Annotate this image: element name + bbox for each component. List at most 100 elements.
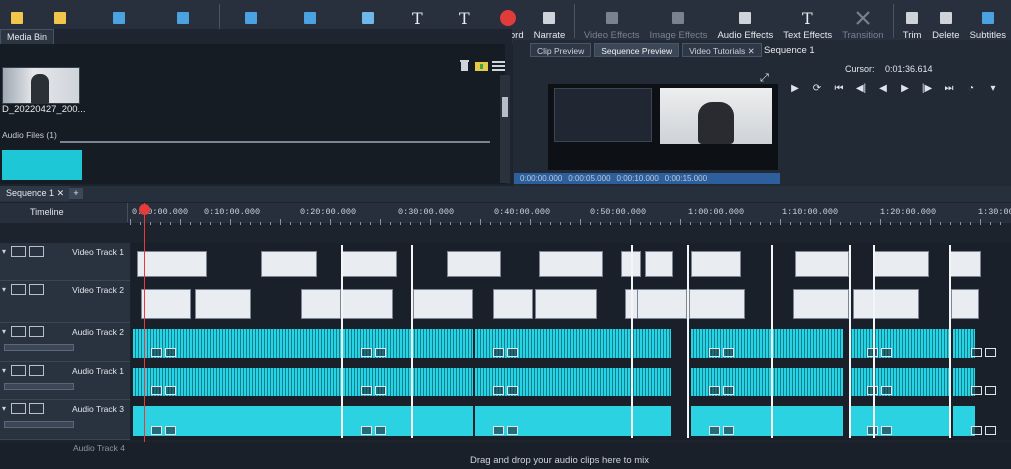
add-sequence-button[interactable]: + xyxy=(69,188,83,199)
monitor-icon[interactable] xyxy=(11,284,26,295)
play-icon[interactable]: ▶ xyxy=(786,80,804,97)
playhead-handle[interactable] xyxy=(139,204,150,215)
speaker-icon[interactable] xyxy=(375,386,386,395)
audio-clip[interactable] xyxy=(849,329,949,358)
mixer-icon[interactable] xyxy=(29,326,44,337)
fx-icon[interactable] xyxy=(709,386,720,395)
collapse-icon[interactable]: ▾ xyxy=(2,246,8,257)
fx-icon[interactable] xyxy=(151,348,162,357)
speaker-icon[interactable] xyxy=(165,348,176,357)
fx-icon[interactable] xyxy=(709,348,720,357)
video-clip[interactable] xyxy=(949,251,981,277)
fx-icon[interactable] xyxy=(971,386,982,395)
video-clip[interactable] xyxy=(873,251,929,277)
speaker-icon[interactable] xyxy=(507,348,518,357)
speaker-icon[interactable] xyxy=(165,426,176,435)
media-bin-scrollbar[interactable] xyxy=(500,75,510,183)
track-header-audio-track-2[interactable]: ▾ Audio Track 2 xyxy=(0,323,130,362)
narrate-button[interactable]: Narrate xyxy=(529,1,571,41)
audio-clip[interactable] xyxy=(475,368,671,396)
video-clip[interactable] xyxy=(795,251,849,277)
video-clip[interactable] xyxy=(691,251,741,277)
video-clip[interactable] xyxy=(141,289,191,319)
video-clip[interactable] xyxy=(535,289,597,319)
subtitles-button[interactable]: Subtitles xyxy=(965,1,1011,41)
speaker-icon[interactable] xyxy=(881,386,892,395)
fx-icon[interactable] xyxy=(151,426,162,435)
speaker-icon[interactable] xyxy=(507,386,518,395)
collapse-icon[interactable]: ▾ xyxy=(2,326,8,337)
video-clip[interactable] xyxy=(637,289,687,319)
speaker-icon[interactable] xyxy=(165,386,176,395)
volume-slider[interactable] xyxy=(4,383,74,390)
timeline-ruler[interactable]: 0:00:00.000 0:10:00.000 0:20:00.000 0:30:00… xyxy=(130,203,1011,225)
image-effects-button[interactable]: Image Effects xyxy=(645,1,713,41)
speaker-icon[interactable] xyxy=(723,348,734,357)
video-clip[interactable] xyxy=(645,251,673,277)
delete-button[interactable]: Delete xyxy=(927,1,964,41)
tab-clip-preview[interactable]: Clip Preview xyxy=(530,43,592,57)
film-icon[interactable] xyxy=(29,284,44,295)
film-icon[interactable] xyxy=(29,246,44,257)
video-clip[interactable] xyxy=(793,289,849,319)
collapse-icon[interactable]: ▾ xyxy=(2,365,8,376)
fx-icon[interactable] xyxy=(493,386,504,395)
speaker-icon[interactable] xyxy=(985,426,996,435)
speaker-icon[interactable] xyxy=(11,326,26,337)
video-clip[interactable] xyxy=(413,289,473,319)
scrollbar-thumb[interactable] xyxy=(502,97,508,117)
speaker-icon[interactable] xyxy=(11,365,26,376)
audio-clip[interactable] xyxy=(475,406,671,436)
media-bin-tab[interactable]: Media Bin xyxy=(0,29,55,44)
trim-button[interactable]: Trim xyxy=(897,1,927,41)
video-clip[interactable] xyxy=(539,251,603,277)
go-start-icon[interactable]: ⏮ xyxy=(830,80,848,97)
forward-icon[interactable]: ▶ xyxy=(896,80,914,97)
close-icon[interactable]: ✕ xyxy=(57,188,65,198)
mixer-icon[interactable] xyxy=(29,365,44,376)
go-end-icon[interactable]: ⏭ xyxy=(940,80,958,97)
audio-effects-button[interactable]: Audio Effects xyxy=(712,1,778,41)
video-clip[interactable] xyxy=(137,251,207,277)
video-clip[interactable] xyxy=(493,289,533,319)
collapse-icon[interactable]: ▾ xyxy=(2,284,8,295)
track-header-video-track-1[interactable]: ▾ Video Track 1 xyxy=(0,243,130,281)
speaker-icon[interactable] xyxy=(723,426,734,435)
track-header-audio-track-3[interactable]: ▾ Audio Track 3 xyxy=(0,400,130,440)
speaker-icon[interactable] xyxy=(723,386,734,395)
speaker-icon[interactable] xyxy=(375,426,386,435)
text-effects-button[interactable]: T Text Effects xyxy=(778,1,837,41)
fx-icon[interactable] xyxy=(493,426,504,435)
volume-slider[interactable] xyxy=(4,344,74,351)
video-clip[interactable] xyxy=(301,289,341,319)
audio-clip[interactable] xyxy=(475,329,671,358)
folder-add-icon[interactable] xyxy=(475,60,488,72)
fx-icon[interactable] xyxy=(493,348,504,357)
video-effects-button[interactable]: Video Effects xyxy=(579,1,645,41)
video-clip[interactable] xyxy=(195,289,251,319)
fx-icon[interactable] xyxy=(361,386,372,395)
speaker-icon[interactable] xyxy=(881,348,892,357)
audio-file-thumbnail[interactable] xyxy=(2,150,82,180)
playhead[interactable] xyxy=(144,203,145,443)
video-clip[interactable] xyxy=(853,289,919,319)
track-header-audio-track-1[interactable]: ▾ Audio Track 1 xyxy=(0,362,130,400)
track-header-video-track-2[interactable]: ▾ Video Track 2 xyxy=(0,281,130,323)
sequence-tab[interactable]: Sequence 1 ✕ xyxy=(0,186,71,201)
video-clip[interactable] xyxy=(341,251,397,277)
fx-icon[interactable] xyxy=(971,426,982,435)
audio-clip[interactable] xyxy=(849,406,949,436)
speaker-icon[interactable] xyxy=(881,426,892,435)
chevron-down-icon[interactable]: ▾ xyxy=(984,80,1002,97)
speaker-icon[interactable] xyxy=(11,403,26,414)
audio-clip[interactable] xyxy=(849,368,949,396)
video-clip[interactable] xyxy=(447,251,501,277)
speaker-icon[interactable] xyxy=(985,386,996,395)
fx-icon[interactable] xyxy=(361,348,372,357)
fx-icon[interactable] xyxy=(151,386,162,395)
speaker-icon[interactable] xyxy=(375,348,386,357)
volume-slider[interactable] xyxy=(4,421,74,428)
trash-icon[interactable] xyxy=(458,60,471,72)
tab-video-tutorials[interactable]: Video Tutorials ✕ xyxy=(682,43,762,57)
tab-sequence-preview[interactable]: Sequence Preview xyxy=(594,43,680,57)
